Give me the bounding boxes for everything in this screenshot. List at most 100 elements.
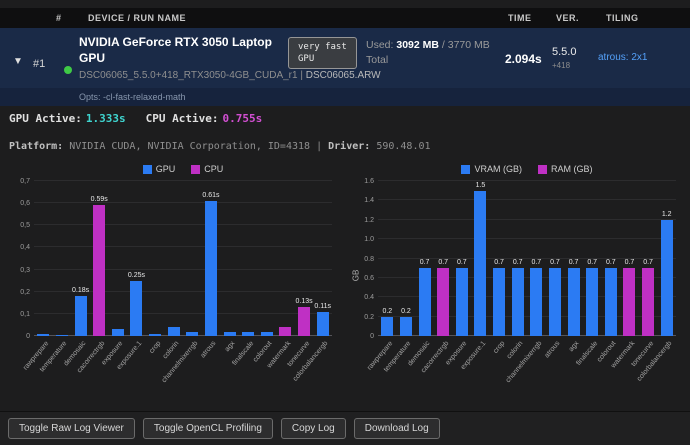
footer-toolbar: Toggle Raw Log Viewer Toggle OpenCL Prof… [0, 411, 690, 445]
used-value: 3092 MB [396, 39, 439, 51]
toggle-raw-log-button[interactable]: Toggle Raw Log Viewer [8, 418, 135, 439]
legend-swatch-icon [191, 165, 200, 174]
module-memory-chart: VRAM (GB)RAM (GB) GB rawpreparetemperatu… [350, 164, 682, 396]
x-tick-label: agx [224, 340, 237, 353]
x-tick-label: atrous [200, 340, 218, 359]
chart-bar [661, 220, 673, 336]
column-header-tiling: TILING [606, 8, 639, 28]
chart-bar [298, 307, 310, 336]
run-name: DSC06065_5.5.0+418_RTX3050-4GB_CUDA_r1 |… [79, 70, 381, 81]
table-header: # DEVICE / RUN NAME TIME VER. TILING [0, 8, 690, 28]
status-dot-icon [64, 66, 72, 74]
chart-bar [56, 335, 68, 336]
badge-type: GPU [298, 53, 347, 65]
y-tick-label: 0,6 [6, 200, 30, 207]
badge-rating: very fast [298, 41, 347, 53]
legend-swatch-icon [143, 165, 152, 174]
download-log-button[interactable]: Download Log [354, 418, 440, 439]
toggle-opencl-profiling-button[interactable]: Toggle OpenCL Profiling [143, 418, 273, 439]
y-tick-label: 0.4 [350, 294, 374, 301]
chart-bar [279, 327, 291, 336]
chart-bar [456, 268, 468, 336]
bar-value-label: 0.7 [550, 259, 560, 266]
used-label: Used: [366, 39, 393, 51]
chart-bar [381, 317, 393, 336]
legend-item: RAM (GB) [538, 164, 593, 174]
bar-value-label: 0.7 [531, 259, 541, 266]
x-tick-label: crop [148, 340, 162, 355]
memory-used: Used: 3092 MB / 3770 MB Total [366, 38, 490, 67]
driver-label: Driver: [328, 141, 370, 152]
chart-bar [605, 268, 617, 336]
expand-row-icon[interactable]: ▼ [13, 56, 23, 67]
row-index: #1 [33, 58, 45, 70]
version: 5.5.0 +418 [552, 46, 576, 72]
chart-plot: rawpreparetemperaturedemosaiccacorrectrg… [34, 181, 332, 336]
platform-line: Platform: NVIDIA CUDA, NVIDIA Corporatio… [9, 141, 431, 152]
chart-bar [493, 268, 505, 336]
legend-item: VRAM (GB) [461, 164, 522, 174]
table-row[interactable]: ▼ #1 NVIDIA GeForce RTX 3050 Laptop GPU … [0, 28, 690, 106]
y-tick-label: 1.4 [350, 197, 374, 204]
chart-bar [623, 268, 635, 336]
chart-bar [317, 312, 329, 336]
bar-value-label: 1.5 [476, 182, 486, 189]
platform-label: Platform: [9, 141, 63, 152]
x-tick-label: channelmixerrgb [505, 340, 544, 384]
platform-divider: | [316, 141, 322, 152]
chart-bar [512, 268, 524, 336]
chart-bar [242, 332, 254, 336]
bar-value-label: 0.7 [643, 259, 653, 266]
y-tick-label: 1.0 [350, 236, 374, 243]
bar-value-label: 0.13s [296, 298, 313, 305]
y-tick-label: 0.8 [350, 256, 374, 263]
legend-item: GPU [143, 164, 176, 174]
column-header-index: # [56, 8, 62, 28]
chart-bar [261, 332, 273, 336]
bar-value-label: 0.7 [625, 259, 635, 266]
chart-bar [130, 281, 142, 336]
chart-bar [37, 334, 49, 336]
run-name-separator: | [300, 70, 303, 81]
x-tick-label: crop [492, 340, 506, 355]
bar-value-label: 0.7 [457, 259, 467, 266]
x-tick-label: colorbalancergb [292, 340, 329, 383]
chart-bar [400, 317, 412, 336]
bar-value-label: 0.2 [401, 308, 411, 315]
cpu-active-label: CPU Active: [146, 112, 219, 125]
bar-value-label: 0.7 [494, 259, 504, 266]
x-axis-labels: rawpreparetemperaturedemosaiccacorrectrg… [34, 338, 332, 396]
version-number: 5.5.0 [552, 46, 576, 59]
x-tick-label: colorbalancergb [636, 340, 673, 383]
chart-bar [474, 191, 486, 336]
y-tick-label: 0,3 [6, 267, 30, 274]
column-header-ver: VER. [556, 8, 579, 28]
cpu-active-value: 0.755s [222, 112, 262, 125]
bar-value-label: 0.7 [606, 259, 616, 266]
x-tick-label: atrous [544, 340, 562, 359]
active-times: GPU Active:1.333sCPU Active:0.755s [9, 112, 262, 125]
y-tick-label: 0,7 [6, 178, 30, 185]
bar-value-label: 1.2 [662, 211, 672, 218]
bar-value-label: 0.7 [513, 259, 523, 266]
benchmark-app: # DEVICE / RUN NAME TIME VER. TILING ▼ #… [0, 0, 690, 445]
legend-swatch-icon [461, 165, 470, 174]
driver-value: 590.48.01 [376, 141, 430, 152]
legend-item: CPU [191, 164, 223, 174]
column-header-device: DEVICE / RUN NAME [88, 8, 186, 28]
copy-log-button[interactable]: Copy Log [281, 418, 346, 439]
speed-rating-badge: very fast GPU [288, 37, 357, 69]
gpu-active-label: GPU Active: [9, 112, 82, 125]
y-tick-label: 1.6 [350, 178, 374, 185]
x-tick-label: agx [568, 340, 581, 353]
used-total-label: Total [366, 53, 490, 68]
used-total-value: / 3770 MB [442, 39, 490, 51]
bar-value-label: 0.18s [72, 287, 89, 294]
version-build: +418 [552, 61, 570, 70]
module-time-chart: GPU CPU rawpreparetemperaturedemosaiccaco… [6, 164, 338, 396]
opts-strip: Opts: -cl-fast-relaxed-math [0, 88, 690, 106]
x-tick-label: channelmixerrgb [161, 340, 200, 384]
chart-bar [168, 327, 180, 336]
bar-value-label: 0.7 [438, 259, 448, 266]
opts-text: Opts: -cl-fast-relaxed-math [79, 88, 186, 106]
